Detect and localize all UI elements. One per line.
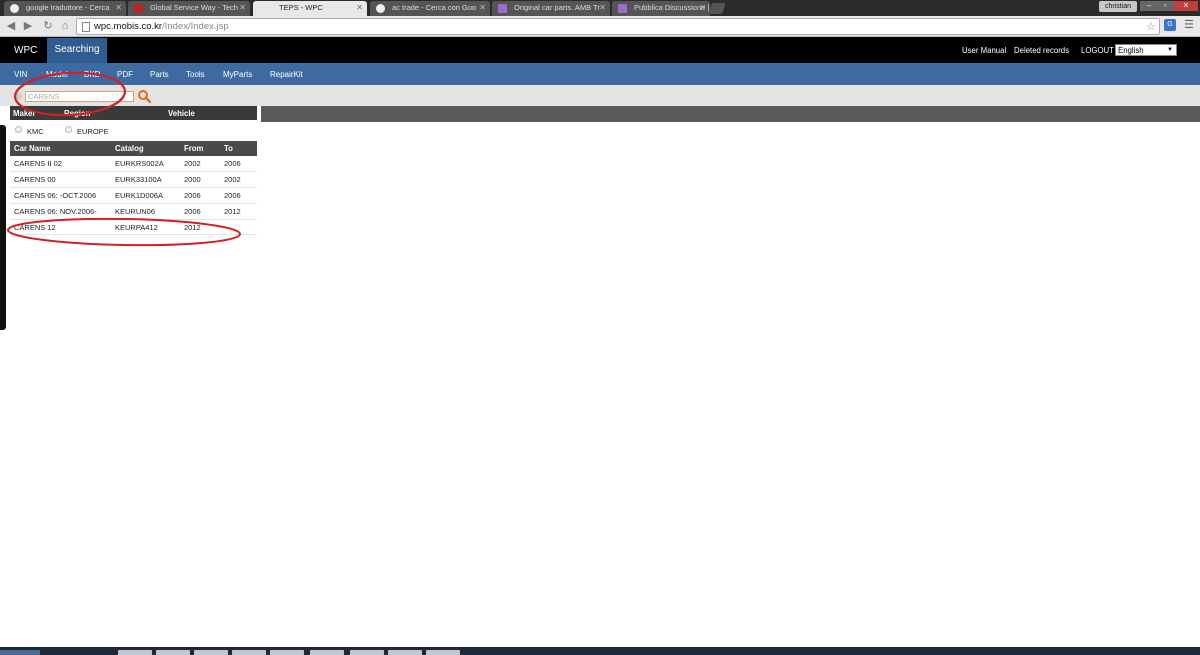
- annotation-overlay: [7, 71, 241, 247]
- search-annotation-ellipse: [13, 71, 127, 117]
- taskbar-item[interactable]: [194, 650, 228, 655]
- taskbar-item[interactable]: [350, 650, 384, 655]
- taskbar-item[interactable]: [232, 650, 266, 655]
- row-annotation-ellipse: [7, 217, 241, 247]
- start-button[interactable]: [0, 650, 40, 655]
- taskbar-item[interactable]: [156, 650, 190, 655]
- taskbar-item[interactable]: [310, 650, 344, 655]
- taskbar-item[interactable]: [426, 650, 460, 655]
- taskbar-item[interactable]: [270, 650, 304, 655]
- taskbar-item[interactable]: [388, 650, 422, 655]
- taskbar-item[interactable]: [118, 650, 152, 655]
